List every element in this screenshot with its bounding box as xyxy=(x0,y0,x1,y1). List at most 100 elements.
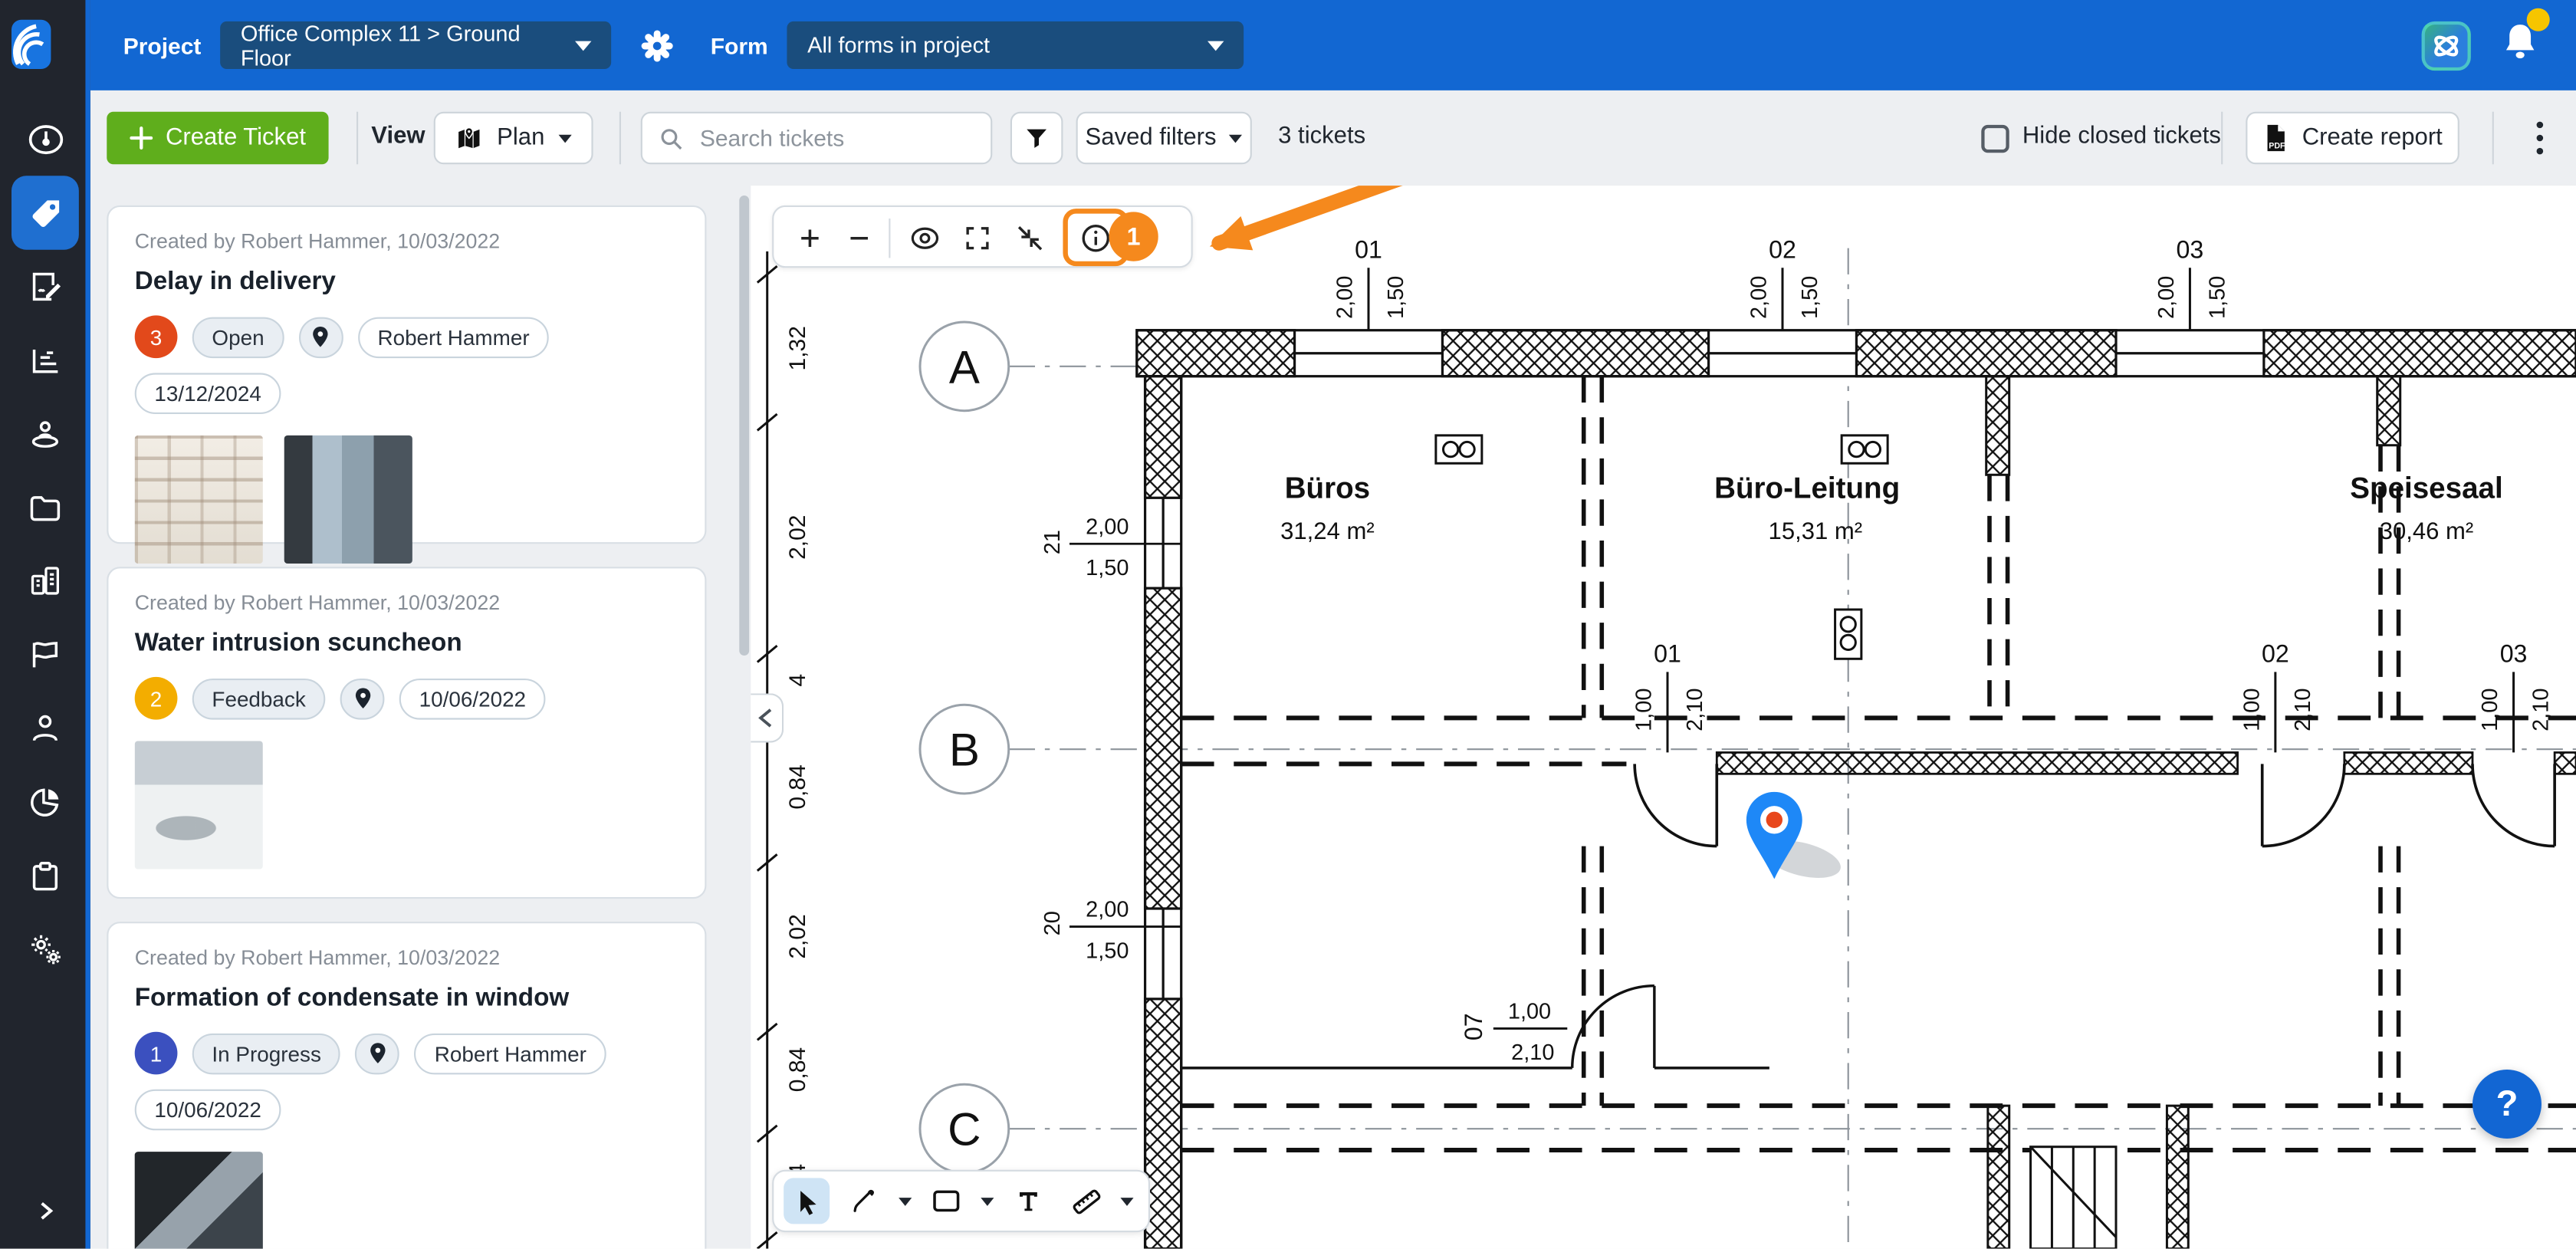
svg-text:01: 01 xyxy=(1654,640,1681,668)
svg-text:1,50: 1,50 xyxy=(1384,276,1408,319)
create-report-label: Create report xyxy=(2302,125,2443,151)
create-report-button[interactable]: PDF Create report xyxy=(2246,112,2459,165)
ticket-photo-thumbnail[interactable] xyxy=(284,436,412,564)
create-ticket-button[interactable]: Create Ticket xyxy=(107,112,328,165)
ticket-card[interactable]: Created by Robert Hammer, 10/03/2022 Wat… xyxy=(107,567,706,899)
assignee-pill: Robert Hammer xyxy=(358,317,550,358)
sidebar-item-tickets[interactable] xyxy=(12,176,79,249)
kebab-icon xyxy=(2537,122,2544,129)
sidebar-item-documents[interactable] xyxy=(0,475,90,541)
help-button[interactable]: ? xyxy=(2472,1070,2542,1139)
status-badge: Feedback xyxy=(192,678,326,719)
sidebar-item-flags[interactable] xyxy=(0,621,90,687)
svg-text:30,46 m²: 30,46 m² xyxy=(2380,518,2474,544)
shape-tool-button[interactable] xyxy=(923,1178,969,1224)
sidebar-item-site-positions[interactable] xyxy=(0,401,90,467)
app-logo[interactable] xyxy=(12,20,51,69)
svg-text:4: 4 xyxy=(785,674,810,687)
folder-icon xyxy=(26,489,64,527)
sidebar-item-reports-pie[interactable] xyxy=(0,769,90,835)
svg-text:03: 03 xyxy=(2177,235,2204,263)
ticket-photo-thumbnail[interactable] xyxy=(135,436,263,564)
measure-options-caret[interactable] xyxy=(1120,1197,1133,1205)
select-tool-button[interactable] xyxy=(784,1178,830,1224)
assignee-pill: Robert Hammer xyxy=(415,1033,606,1074)
chevron-down-icon xyxy=(558,134,571,143)
flag-icon xyxy=(26,635,64,672)
ticket-card[interactable]: Created by Robert Hammer, 10/03/2022 Del… xyxy=(107,205,706,544)
zoom-in-button[interactable] xyxy=(787,215,833,261)
svg-text:2,10: 2,10 xyxy=(2529,689,2554,731)
sidebar-item-settings[interactable] xyxy=(0,917,90,983)
divider xyxy=(619,112,621,165)
priority-badge: 2 xyxy=(135,677,178,720)
ticket-card[interactable]: Created by Robert Hammer, 10/03/2022 For… xyxy=(107,922,706,1248)
svg-text:1,50: 1,50 xyxy=(1086,938,1129,963)
fit-to-screen-button[interactable] xyxy=(1007,215,1053,261)
saved-filters-dropdown[interactable]: Saved filters xyxy=(1076,112,1252,165)
floor-plan[interactable]: 1,32 2,02 4 0,84 2,02 0,84 0,84 A B C xyxy=(751,186,2576,1248)
sidebar-expand-button[interactable] xyxy=(0,1178,90,1244)
text-icon xyxy=(1015,1188,1041,1214)
search-input[interactable] xyxy=(697,123,960,153)
tickets-toolbar: Create Ticket View Plan xyxy=(90,90,2576,186)
plan-viewport[interactable]: 1,32 2,02 4 0,84 2,02 0,84 0,84 A B C xyxy=(751,186,2576,1248)
svg-text:20: 20 xyxy=(1040,911,1065,935)
svg-text:07: 07 xyxy=(1460,1013,1487,1040)
dashboard-icon xyxy=(25,120,64,159)
pen-tool-button[interactable] xyxy=(841,1178,887,1224)
sidebar-item-statistics[interactable] xyxy=(0,327,90,393)
card-title: Water intrusion scuncheon xyxy=(135,629,678,659)
gears-icon xyxy=(25,930,64,969)
chevron-left-icon xyxy=(757,708,773,728)
pen-options-caret[interactable] xyxy=(899,1197,912,1205)
search-tickets-field[interactable] xyxy=(641,112,993,165)
sidebar-item-forms[interactable] xyxy=(0,253,90,319)
sidebar-item-tasks[interactable] xyxy=(0,843,90,909)
svg-text:2,02: 2,02 xyxy=(785,515,810,560)
zoom-out-button[interactable] xyxy=(836,215,882,261)
sidebar-item-users[interactable] xyxy=(0,695,90,761)
svg-text:02: 02 xyxy=(2262,640,2289,668)
ticket-photo-thumbnail[interactable] xyxy=(135,1152,263,1248)
status-badge: In Progress xyxy=(192,1033,341,1074)
card-created-meta: Created by Robert Hammer, 10/03/2022 xyxy=(135,230,678,253)
rectangle-icon xyxy=(932,1188,961,1214)
ruler-icon xyxy=(1070,1185,1102,1217)
clipboard-icon xyxy=(26,857,64,895)
sidebar-item-dashboard[interactable] xyxy=(0,107,90,173)
top-bar: Project Office Complex 11 > Ground Floor… xyxy=(90,0,2576,90)
project-dropdown[interactable]: Office Complex 11 > Ground Floor xyxy=(221,21,612,69)
project-dropdown-value: Office Complex 11 > Ground Floor xyxy=(241,21,560,70)
location-pin-icon xyxy=(311,325,331,348)
filter-button[interactable] xyxy=(1010,112,1063,165)
svg-text:2,10: 2,10 xyxy=(2291,689,2315,731)
sidebar-item-projects[interactable] xyxy=(0,547,90,613)
more-options-button[interactable] xyxy=(2518,117,2561,159)
svg-text:2,00: 2,00 xyxy=(1333,276,1358,319)
ticket-photo-thumbnail[interactable] xyxy=(135,741,263,869)
shape-options-caret[interactable] xyxy=(981,1197,994,1205)
divider xyxy=(889,219,890,258)
notifications-button[interactable] xyxy=(2500,20,2539,71)
person-pin-icon xyxy=(26,415,64,452)
connect-app-button[interactable] xyxy=(2422,21,2471,70)
knot-icon xyxy=(2430,29,2463,62)
cursor-icon xyxy=(793,1187,820,1214)
buildings-icon xyxy=(26,561,64,599)
location-pill xyxy=(356,1033,400,1074)
scrollbar-thumb[interactable] xyxy=(739,196,749,656)
toggle-visibility-button[interactable] xyxy=(902,215,948,261)
project-settings-button[interactable] xyxy=(642,29,675,62)
view-dropdown[interactable]: Plan xyxy=(434,112,593,165)
ticket-list-panel: Created by Robert Hammer, 10/03/2022 Del… xyxy=(90,186,738,1248)
measure-tool-button[interactable] xyxy=(1063,1178,1109,1224)
form-dropdown[interactable]: All forms in project xyxy=(787,21,1244,69)
collapse-panel-button[interactable] xyxy=(751,693,784,742)
panel-scrollbar xyxy=(738,186,751,1248)
divider xyxy=(2221,112,2223,165)
notification-dot xyxy=(2527,8,2550,31)
fullscreen-button[interactable] xyxy=(955,215,1001,261)
text-tool-button[interactable] xyxy=(1005,1178,1051,1224)
hide-closed-checkbox[interactable] xyxy=(1981,125,2009,153)
